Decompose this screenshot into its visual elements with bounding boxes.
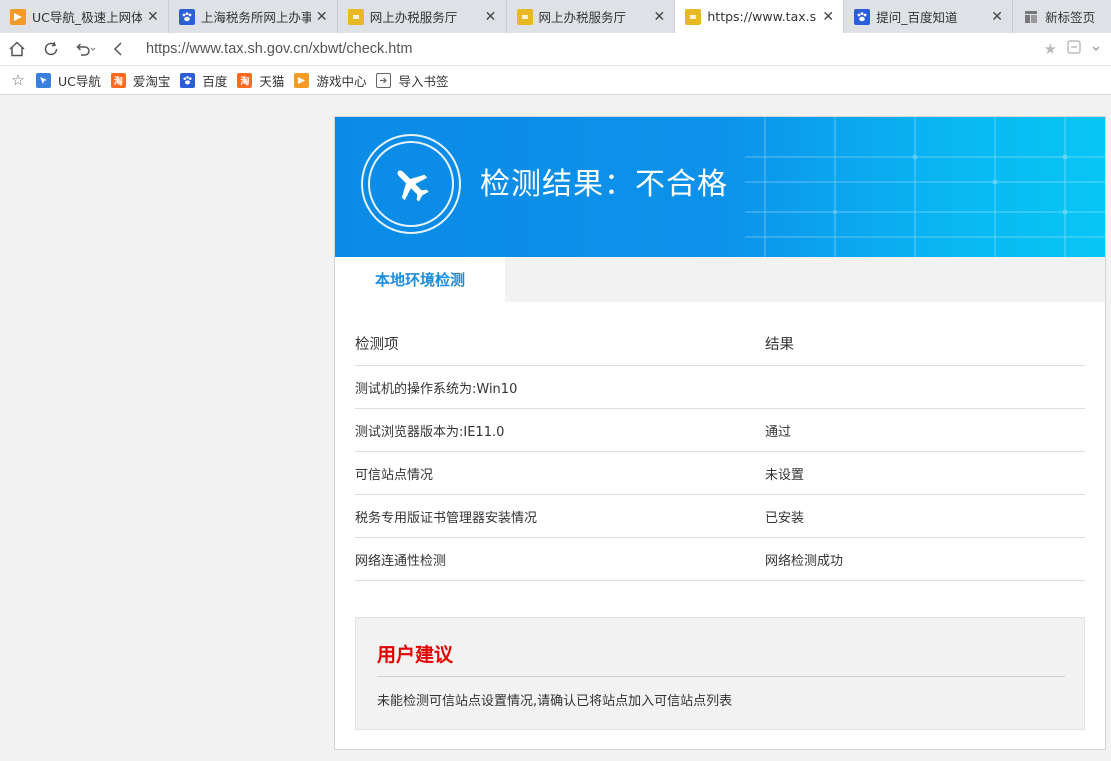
baidu-paw-icon <box>180 72 196 88</box>
check-result-panel: 检测结果：不合格 本地环境检测 检测项 结果 测试机的操作系统为:Win10 测… <box>334 116 1106 750</box>
new-tab-icon <box>1023 9 1039 25</box>
check-item-cell: 税务专用版证书管理器安装情况 <box>355 510 538 526</box>
bookmark-item[interactable]: 百度 <box>180 71 227 90</box>
result-cell: 通过 <box>765 424 792 440</box>
browser-tab[interactable]: 上海税务所网上办事 ✕ <box>169 0 338 33</box>
result-cell: 未设置 <box>765 467 805 483</box>
bookmark-label: 百度 <box>202 73 228 89</box>
airplane-icon <box>397 170 429 202</box>
import-icon <box>376 72 392 88</box>
tax-coin-icon <box>685 8 702 25</box>
uc-nav-icon <box>36 72 51 88</box>
star-icon[interactable]: ★ <box>1044 40 1057 58</box>
table-header: 检测项 结果 <box>355 322 1085 366</box>
banner-grid-decoration <box>745 117 1105 257</box>
result-cell: 网络检测成功 <box>765 553 844 569</box>
tax-coin-icon <box>347 8 364 25</box>
bookmark-label: 游戏中心 <box>316 73 367 89</box>
close-icon[interactable]: ✕ <box>315 9 329 25</box>
plane-logo <box>361 134 461 234</box>
close-icon[interactable]: ✕ <box>146 9 160 25</box>
addressbar-tools: ★ <box>1044 40 1101 58</box>
address-bar: https://www.tax.sh.gov.cn/xbwt/check.htm… <box>0 33 1111 66</box>
taobao-icon: 淘 <box>110 72 126 88</box>
tab-title: UC导航_极速上网体验 <box>32 10 142 25</box>
bookmark-item[interactable]: UC导航 <box>36 71 101 90</box>
bookmarks-bar: ☆ UC导航 淘 爱淘宝 百度 淘 天猫 游戏中心 导入书签 <box>0 66 1111 95</box>
bookmark-label: 爱淘宝 <box>132 73 171 89</box>
table-row: 测试机的操作系统为:Win10 <box>355 366 1085 409</box>
table-row: 网络连通性检测 网络检测成功 <box>355 538 1085 581</box>
baidu-paw-icon <box>854 8 871 25</box>
home-icon[interactable] <box>0 33 34 66</box>
tab-title: https://www.tax.sh. <box>707 9 818 24</box>
url-field[interactable]: https://www.tax.sh.gov.cn/xbwt/check.htm <box>146 41 1044 57</box>
bookmark-item[interactable]: 导入书签 <box>376 71 448 90</box>
check-item-cell: 测试机的操作系统为:Win10 <box>355 381 518 397</box>
close-icon[interactable]: ✕ <box>652 9 666 25</box>
result-cell: 已安装 <box>765 510 805 526</box>
bookmark-label: UC导航 <box>58 73 101 89</box>
browser-tab[interactable]: UC导航_极速上网体验 ✕ <box>0 0 169 33</box>
extension-icon[interactable] <box>1067 40 1081 58</box>
bookmark-label: 天猫 <box>259 73 285 89</box>
table-row: 税务专用版证书管理器安装情况 已安装 <box>355 495 1085 538</box>
browser-tab-strip: UC导航_极速上网体验 ✕ 上海税务所网上办事 ✕ 网上办税服务厅 ✕ 网上办税… <box>0 0 1111 33</box>
bookmark-label: 导入书签 <box>398 73 449 89</box>
plane-logo-inner <box>368 141 454 227</box>
result-title: 检测结果：不合格 <box>480 167 728 202</box>
bookmark-item[interactable]: 淘 爱淘宝 <box>110 71 171 90</box>
table-row: 可信站点情况 未设置 <box>355 452 1085 495</box>
tab-title: 网上办税服务厅 <box>538 10 627 25</box>
close-icon[interactable]: ✕ <box>484 9 498 25</box>
close-icon[interactable]: ✕ <box>990 9 1004 25</box>
uc-icon <box>10 8 26 25</box>
browser-tab[interactable]: 提问_百度知道 ✕ <box>844 0 1014 33</box>
check-table: 检测项 结果 测试机的操作系统为:Win10 测试浏览器版本为:IE11.0 通… <box>355 322 1085 581</box>
tab-title: 网上办税服务厅 <box>369 10 458 25</box>
user-advice-box: 用户建议 未能检测可信站点设置情况,请确认已将站点加入可信站点列表 <box>355 617 1085 730</box>
header-check-item: 检测项 <box>355 337 399 353</box>
check-item-cell: 测试浏览器版本为:IE11.0 <box>355 424 505 440</box>
tab-title: 新标签页 <box>1045 10 1096 25</box>
page-viewport: 检测结果：不合格 本地环境检测 检测项 结果 测试机的操作系统为:Win10 测… <box>0 96 1111 761</box>
bookmark-star-icon[interactable]: ☆ <box>0 71 36 89</box>
back-icon[interactable] <box>102 33 136 66</box>
advice-divider <box>377 676 1065 677</box>
tax-coin-icon <box>516 8 533 25</box>
tab-local-environment-check[interactable]: 本地环境检测 <box>335 257 505 302</box>
check-item-cell: 可信站点情况 <box>355 467 434 483</box>
advice-text: 未能检测可信站点设置情况,请确认已将站点加入可信站点列表 <box>377 694 733 709</box>
section-tabs: 本地环境检测 <box>335 257 1105 302</box>
baidu-paw-icon <box>178 8 195 25</box>
check-item-cell: 网络连通性检测 <box>355 553 447 569</box>
tmall-icon: 淘 <box>237 72 253 88</box>
tab-title: 提问_百度知道 <box>876 10 958 25</box>
menu-chevron-icon[interactable] <box>1091 40 1101 58</box>
browser-tab-active[interactable]: https://www.tax.sh. ✕ <box>675 0 845 33</box>
undo-icon[interactable] <box>68 33 102 66</box>
header-result: 结果 <box>765 337 794 353</box>
table-row: 测试浏览器版本为:IE11.0 通过 <box>355 409 1085 452</box>
browser-tab[interactable]: 网上办税服务厅 ✕ <box>507 0 676 33</box>
bookmark-item[interactable]: 淘 天猫 <box>237 71 284 90</box>
close-icon[interactable]: ✕ <box>821 9 835 25</box>
reload-icon[interactable] <box>34 33 68 66</box>
browser-tab[interactable]: 网上办税服务厅 ✕ <box>338 0 507 33</box>
browser-tab[interactable]: 新标签页 <box>1013 0 1111 33</box>
bookmark-item[interactable]: 游戏中心 <box>294 71 366 90</box>
tab-title: 上海税务所网上办事 <box>200 10 311 25</box>
game-center-icon <box>294 72 310 88</box>
result-banner: 检测结果：不合格 <box>335 117 1105 257</box>
advice-title: 用户建议 <box>377 644 454 666</box>
